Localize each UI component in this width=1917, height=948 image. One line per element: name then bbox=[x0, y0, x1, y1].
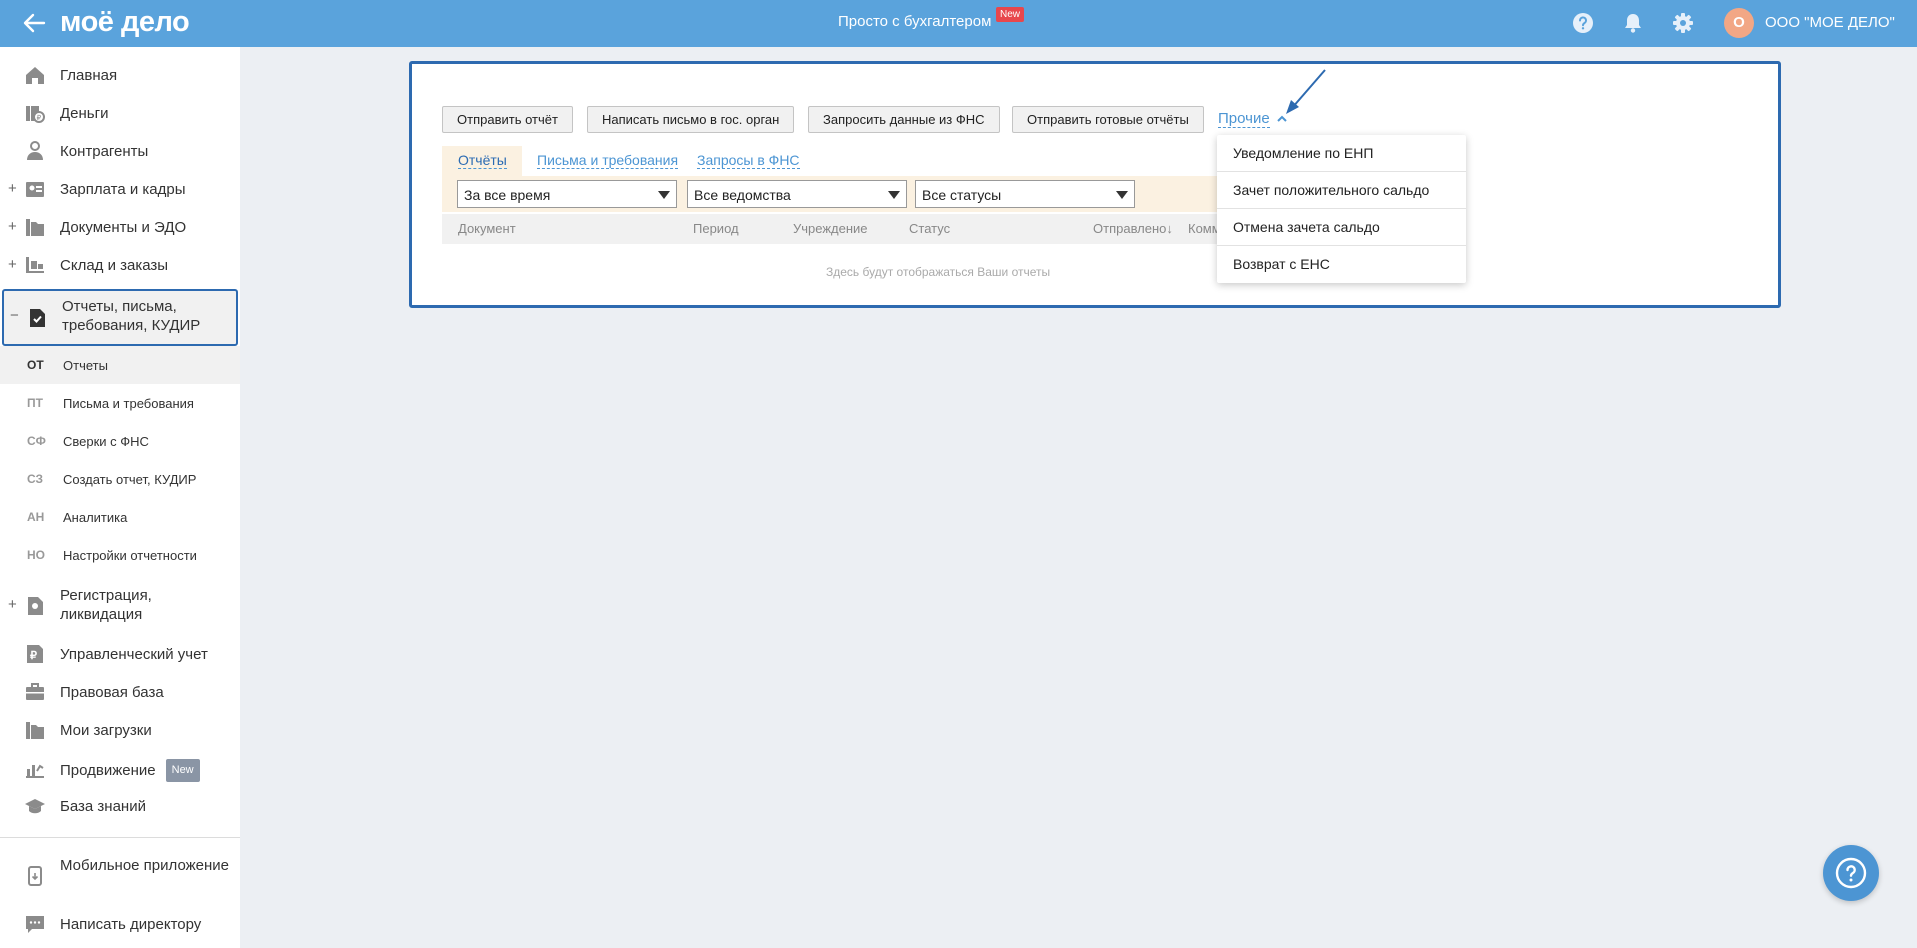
ruble-doc-icon: ₽ bbox=[27, 645, 43, 663]
briefcase-icon bbox=[26, 683, 44, 700]
sub-item-report-settings[interactable]: НО Настройки отчетности bbox=[0, 536, 240, 574]
column-sent[interactable]: Отправлено↓ bbox=[1093, 221, 1173, 236]
sidebar-item-reports[interactable]: − Отчеты, письма, требования, КУДИР bbox=[2, 289, 238, 346]
expand-icon[interactable]: + bbox=[8, 218, 17, 235]
sidebar-item-legal-base[interactable]: Правовая база bbox=[0, 673, 240, 711]
sidebar-item-home[interactable]: Главная bbox=[0, 56, 240, 94]
send-report-button[interactable]: Отправить отчёт bbox=[442, 106, 573, 133]
dropdown-arrow-icon bbox=[1116, 191, 1128, 199]
sub-item-letters[interactable]: ПТ Письма и требования bbox=[0, 384, 240, 422]
status-select[interactable]: Все статусы bbox=[915, 180, 1135, 208]
sidebar-item-mobile-app[interactable]: Мобильное приложение bbox=[0, 852, 240, 900]
svg-text:₽: ₽ bbox=[37, 114, 42, 122]
column-comment[interactable]: Комм bbox=[1188, 221, 1217, 236]
agency-select[interactable]: Все ведомства bbox=[687, 180, 907, 208]
sidebar-item-knowledge-base[interactable]: База знаний bbox=[0, 787, 240, 825]
folder-icon bbox=[26, 219, 44, 236]
tab-reports[interactable]: Отчёты bbox=[458, 153, 507, 169]
reports-submenu: ОТ Отчеты ПТ Письма и требования СФ Свер… bbox=[0, 346, 240, 574]
sub-item-create-report[interactable]: СЗ Создать отчет, КУДИР bbox=[0, 460, 240, 498]
expand-icon[interactable]: + bbox=[8, 256, 17, 273]
sidebar-item-write-director[interactable]: Написать директору bbox=[0, 905, 240, 943]
menu-item-ens-refund[interactable]: Возврат с ЕНС bbox=[1217, 246, 1466, 283]
tab-fns-requests[interactable]: Запросы в ФНС bbox=[697, 153, 800, 169]
sidebar-item-management[interactable]: ₽ Управленческий учет bbox=[0, 635, 240, 673]
question-icon bbox=[1835, 857, 1867, 889]
service-title[interactable]: Просто с бухгалтером bbox=[838, 13, 991, 30]
write-letter-button[interactable]: Написать письмо в гос. орган bbox=[587, 106, 795, 133]
new-badge: New bbox=[165, 759, 200, 782]
company-name[interactable]: ООО "МОЕ ДЕЛО" bbox=[1765, 14, 1895, 31]
expand-icon[interactable]: + bbox=[8, 180, 17, 197]
sidebar-item-promotion[interactable]: Продвижение New bbox=[0, 749, 240, 787]
sidebar-item-documents[interactable]: + Документы и ЭДО bbox=[0, 208, 240, 246]
sub-item-fns-reconciliation[interactable]: СФ Сверки с ФНС bbox=[0, 422, 240, 460]
sidebar-item-warehouse[interactable]: + Склад и заказы bbox=[0, 246, 240, 284]
request-fns-data-button[interactable]: Запросить данные из ФНС bbox=[808, 106, 1000, 133]
other-dropdown-link[interactable]: Прочие bbox=[1218, 110, 1270, 128]
top-bar: моё дело Просто с бухгалтером New О ООО … bbox=[0, 0, 1917, 47]
salary-icon bbox=[26, 182, 44, 197]
menu-item-cancel-balance-offset[interactable]: Отмена зачета сальдо bbox=[1217, 209, 1466, 246]
dropdown-arrow-icon bbox=[658, 191, 670, 199]
new-badge: New bbox=[996, 7, 1025, 22]
column-status[interactable]: Статус bbox=[909, 221, 950, 236]
table-header: Документ Период Учреждение Статус Отправ… bbox=[442, 214, 1217, 244]
period-select[interactable]: За все время bbox=[457, 180, 677, 208]
help-icon[interactable] bbox=[1572, 12, 1594, 34]
dropdown-arrow-icon bbox=[888, 191, 900, 199]
column-period[interactable]: Период bbox=[693, 221, 739, 236]
back-arrow-icon[interactable] bbox=[22, 12, 46, 34]
sidebar-item-registration[interactable]: + Регистрация, ликвидация bbox=[0, 582, 240, 630]
sidebar: Главная ₽ Деньги Контрагенты + Зарплата … bbox=[0, 47, 240, 948]
sidebar-divider bbox=[0, 837, 240, 838]
registration-icon bbox=[28, 597, 43, 615]
column-institution[interactable]: Учреждение bbox=[793, 221, 868, 236]
collapse-icon[interactable]: − bbox=[10, 307, 19, 324]
home-icon bbox=[26, 67, 44, 84]
help-chat-button[interactable] bbox=[1823, 845, 1879, 901]
promotion-icon bbox=[26, 764, 44, 778]
sidebar-item-salary[interactable]: + Зарплата и кадры bbox=[0, 170, 240, 208]
contractor-icon bbox=[27, 141, 43, 160]
sidebar-item-money[interactable]: ₽ Деньги bbox=[0, 94, 240, 132]
money-icon: ₽ bbox=[26, 106, 45, 123]
chat-icon bbox=[26, 916, 44, 933]
warehouse-icon bbox=[26, 257, 44, 273]
sidebar-item-contractors[interactable]: Контрагенты bbox=[0, 132, 240, 170]
annotation-arrow-icon bbox=[1286, 69, 1326, 114]
sub-item-reports[interactable]: ОТ Отчеты bbox=[0, 346, 240, 384]
menu-item-positive-balance-offset[interactable]: Зачет положительного сальдо bbox=[1217, 172, 1466, 209]
send-ready-reports-button[interactable]: Отправить готовые отчёты bbox=[1012, 106, 1204, 133]
downloads-folder-icon bbox=[26, 722, 44, 739]
logo[interactable]: моё дело bbox=[60, 6, 190, 39]
gear-icon[interactable] bbox=[1672, 12, 1694, 34]
avatar[interactable]: О bbox=[1724, 8, 1754, 38]
empty-state-text: Здесь будут отображаться Ваши отчеты bbox=[826, 265, 1051, 279]
sub-item-analytics[interactable]: АН Аналитика bbox=[0, 498, 240, 536]
expand-icon[interactable]: + bbox=[8, 596, 17, 613]
report-icon bbox=[30, 309, 45, 327]
graduation-cap-icon bbox=[25, 799, 45, 814]
mobile-icon bbox=[28, 866, 42, 886]
sidebar-item-downloads[interactable]: Мои загрузки bbox=[0, 711, 240, 749]
tab-letters[interactable]: Письма и требования bbox=[537, 153, 679, 169]
column-document[interactable]: Документ bbox=[458, 221, 516, 236]
menu-item-enp-notice[interactable]: Уведомление по ЕНП bbox=[1217, 135, 1466, 172]
other-dropdown-menu: Уведомление по ЕНП Зачет положительного … bbox=[1217, 135, 1466, 283]
bell-icon[interactable] bbox=[1622, 12, 1644, 34]
svg-text:₽: ₽ bbox=[30, 650, 37, 662]
